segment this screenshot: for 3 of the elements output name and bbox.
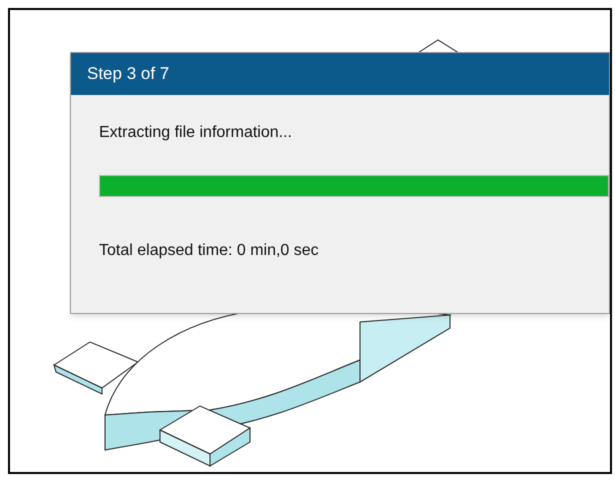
elapsed-time: Total elapsed time: 0 min,0 sec: [99, 241, 320, 261]
dialog-title: Step 3 of 7: [87, 63, 170, 86]
status-message: Extracting file information...: [99, 123, 293, 143]
